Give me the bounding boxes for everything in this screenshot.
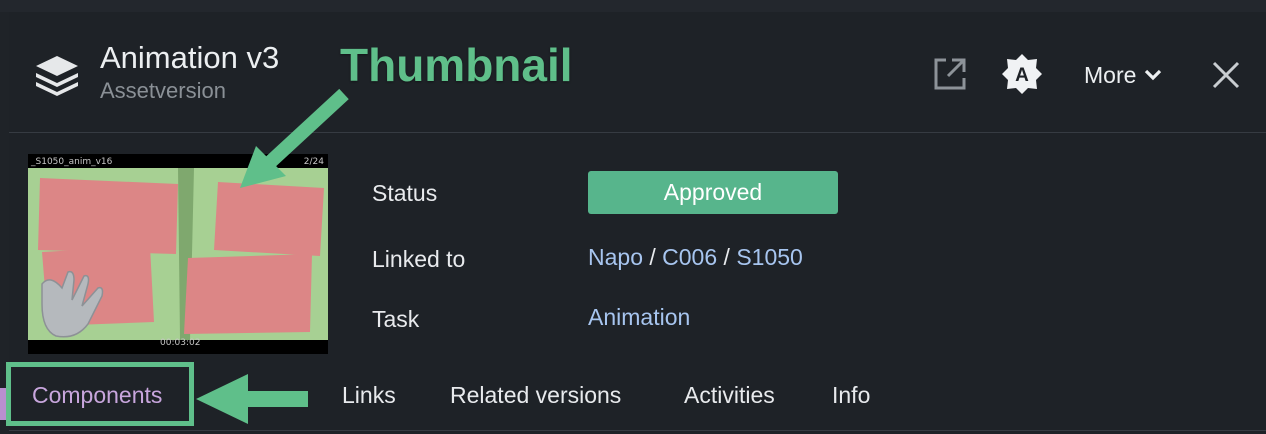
breadcrumb-link-project[interactable]: Napo (588, 244, 643, 270)
annotation-label: Thumbnail (340, 39, 573, 91)
annotation-arrow-icon (240, 88, 349, 188)
breadcrumb-separator: / (649, 244, 656, 270)
layers-icon (36, 56, 78, 96)
more-menu-button[interactable]: More (1084, 60, 1162, 90)
tab-bar-divider (9, 430, 1266, 431)
status-badge[interactable]: Approved (588, 171, 838, 214)
linked-to-label: Linked to (372, 246, 466, 272)
tab-related-versions[interactable]: Related versions (450, 382, 621, 409)
chevron-down-icon (1145, 69, 1162, 81)
tab-info[interactable]: Info (832, 382, 870, 409)
open-external-icon[interactable] (932, 56, 968, 92)
task-link[interactable]: Animation (588, 304, 690, 331)
close-icon[interactable] (1210, 59, 1242, 91)
tab-activities[interactable]: Activities (684, 382, 775, 409)
tab-components[interactable]: Components (32, 382, 162, 409)
header-divider (9, 132, 1266, 133)
linked-to-breadcrumb: Napo / C006 / S1050 (588, 244, 803, 271)
badge-letter: A (1015, 65, 1029, 86)
breadcrumb-link-shot[interactable]: S1050 (736, 244, 803, 270)
entity-type-subtitle: Assetversion (100, 78, 226, 103)
thumbnail-caption-left: _S1050_anim_v16 (31, 157, 113, 167)
more-label: More (1084, 61, 1137, 88)
task-label: Task (372, 306, 420, 332)
status-label: Status (372, 180, 438, 206)
page-title: Animation v3 (100, 40, 280, 75)
annotation-arrow-left-icon (196, 374, 308, 424)
tab-links[interactable]: Links (342, 382, 396, 409)
thumbnail-timecode: 00:03:02 (160, 338, 201, 348)
breadcrumb-link-sequence[interactable]: C006 (662, 244, 717, 270)
approver-badge-icon[interactable]: A (1001, 53, 1043, 95)
breadcrumb-separator: / (723, 244, 730, 270)
window-top-strip (0, 0, 1266, 12)
